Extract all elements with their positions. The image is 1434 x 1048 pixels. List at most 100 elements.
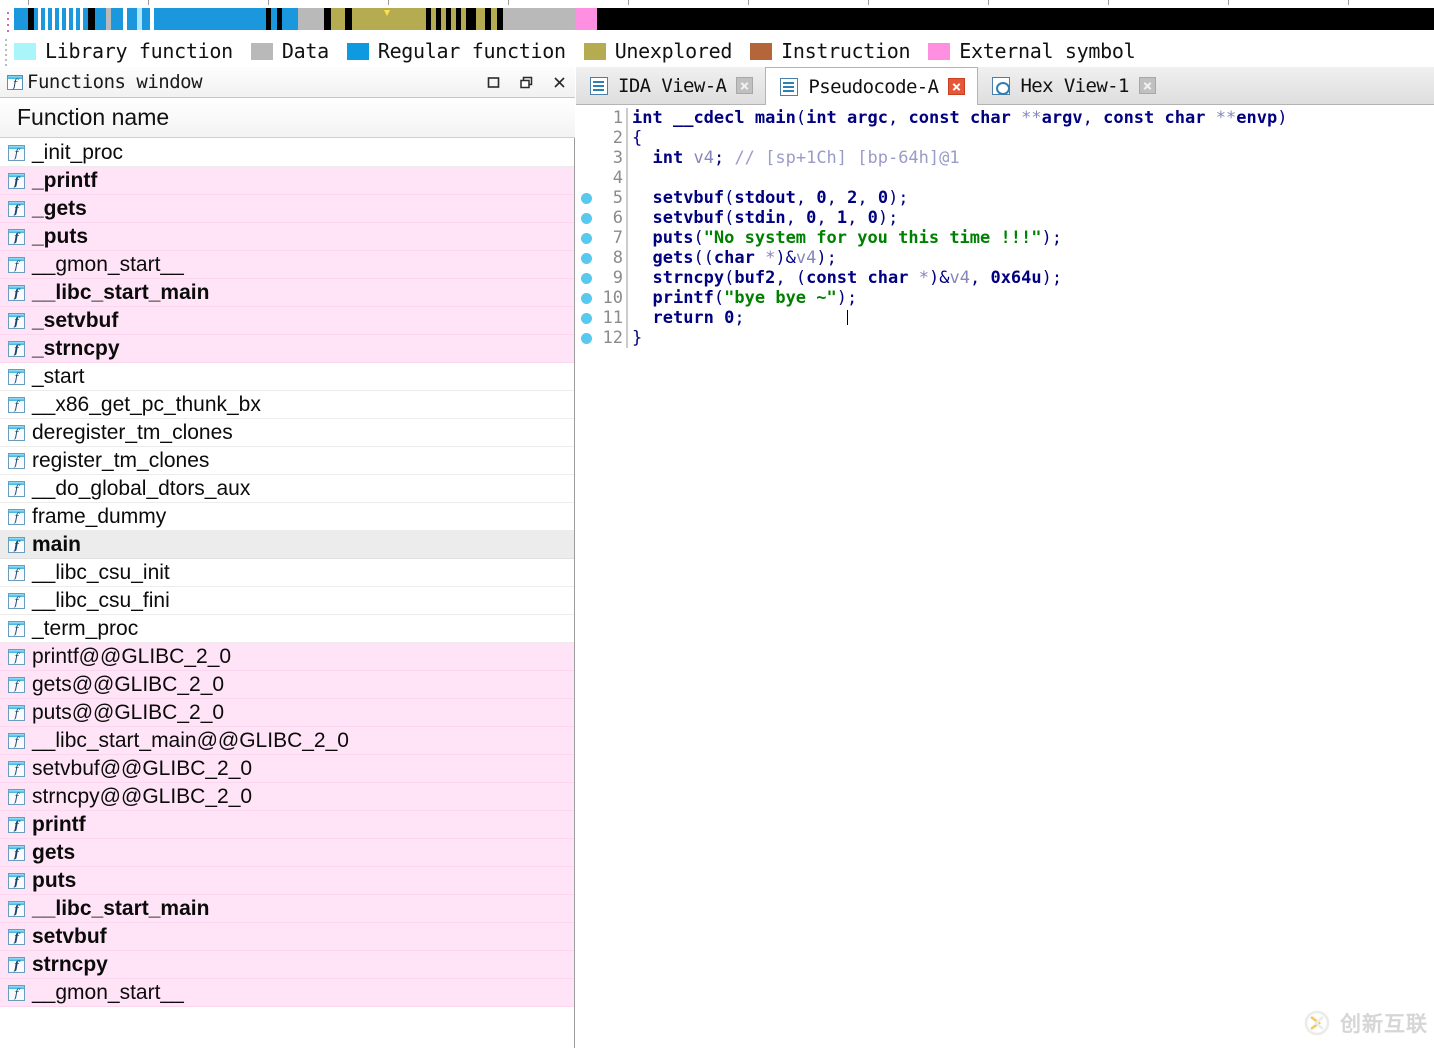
function-list-item[interactable]: fmain	[0, 531, 574, 559]
function-list-item[interactable]: fframe_dummy	[0, 503, 574, 531]
function-list-item[interactable]: f_init_proc	[0, 139, 574, 167]
function-list-item[interactable]: f_gets	[0, 195, 574, 223]
function-list-item[interactable]: fsetvbuf@@GLIBC_2_0	[0, 755, 574, 783]
function-list-item[interactable]: fregister_tm_clones	[0, 447, 574, 475]
breakpoint-dot-icon[interactable]	[576, 248, 598, 268]
code-line[interactable]: 5 setvbuf(stdout, 0, 2, 0);	[576, 188, 1434, 208]
function-list-item[interactable]: f_term_proc	[0, 615, 574, 643]
function-list-item[interactable]: f_start	[0, 363, 574, 391]
function-list-item[interactable]: fgets@@GLIBC_2_0	[0, 671, 574, 699]
function-name-label: _setvbuf	[32, 309, 118, 333]
tab-close-icon[interactable]	[736, 77, 753, 94]
function-name-label: printf	[32, 813, 86, 837]
function-name-label: __libc_csu_init	[32, 561, 170, 585]
function-list-item[interactable]: fprintf@@GLIBC_2_0	[0, 643, 574, 671]
code-line[interactable]: 6 setvbuf(stdin, 0, 1, 0);	[576, 208, 1434, 228]
function-name-label: printf@@GLIBC_2_0	[32, 645, 231, 669]
maximize-icon[interactable]	[486, 75, 501, 90]
navigation-band[interactable]	[14, 8, 1434, 30]
breakpoint-dot-icon[interactable]	[576, 288, 598, 308]
code-line[interactable]: 9 strncpy(buf2, (const char *)&v4, 0x64u…	[576, 268, 1434, 288]
code-text: puts("No system for you this time !!!");	[632, 228, 1062, 248]
function-list-item[interactable]: f_puts	[0, 223, 574, 251]
breakpoint-dot-icon[interactable]	[576, 228, 598, 248]
tab-hex-view-1[interactable]: Hex View-1	[978, 67, 1167, 104]
function-icon: f	[8, 593, 25, 609]
navband-grip	[6, 8, 12, 30]
tab-close-icon[interactable]	[948, 78, 965, 95]
function-name-label: strncpy	[32, 953, 108, 977]
function-list-item[interactable]: f__libc_start_main	[0, 279, 574, 307]
function-list-item[interactable]: f__do_global_dtors_aux	[0, 475, 574, 503]
code-line[interactable]: 4	[576, 168, 1434, 188]
navband-segment	[142, 8, 150, 30]
gutter-cell[interactable]	[576, 148, 598, 168]
functions-list[interactable]: f_init_procf_printff_getsf_putsf__gmon_s…	[0, 139, 574, 1048]
function-list-item[interactable]: fprintf	[0, 811, 574, 839]
function-list-item[interactable]: f__libc_start_main	[0, 895, 574, 923]
function-icon: f	[8, 845, 25, 861]
code-line[interactable]: 12}	[576, 328, 1434, 348]
function-list-item[interactable]: fgets	[0, 839, 574, 867]
code-line[interactable]: 1int __cdecl main(int argc, const char *…	[576, 108, 1434, 128]
document-icon	[590, 77, 608, 95]
legend-swatch-icon	[347, 43, 369, 60]
navband-segment	[331, 8, 345, 30]
function-list-item[interactable]: f_strncpy	[0, 335, 574, 363]
function-list-item[interactable]: fstrncpy@@GLIBC_2_0	[0, 783, 574, 811]
tab-close-icon[interactable]	[1139, 77, 1156, 94]
gutter-divider	[626, 188, 628, 208]
function-list-item[interactable]: f_printf	[0, 167, 574, 195]
breakpoint-dot-icon[interactable]	[576, 308, 598, 328]
function-name-label: _term_proc	[32, 617, 138, 641]
function-list-item[interactable]: fstrncpy	[0, 951, 574, 979]
pseudocode-view[interactable]: 1int __cdecl main(int argc, const char *…	[576, 105, 1434, 1048]
function-icon: f	[8, 229, 25, 245]
function-list-item[interactable]: f__gmon_start__	[0, 979, 574, 1007]
restore-icon[interactable]	[519, 75, 534, 90]
function-icon: f	[8, 509, 25, 525]
breakpoint-dot-icon[interactable]	[576, 328, 598, 348]
tab-pseudocode-a[interactable]: Pseudocode-A	[765, 67, 978, 105]
line-number: 6	[598, 208, 626, 228]
function-icon: f	[8, 481, 25, 497]
function-list-item[interactable]: f__x86_get_pc_thunk_bx	[0, 391, 574, 419]
breakpoint-dot-icon[interactable]	[576, 188, 598, 208]
functions-window: f Functions window	[0, 67, 575, 1048]
function-name-label: puts	[32, 869, 76, 893]
gutter-divider	[626, 248, 628, 268]
function-icon: f	[8, 453, 25, 469]
breakpoint-dot-icon[interactable]	[576, 208, 598, 228]
function-list-item[interactable]: fputs	[0, 867, 574, 895]
tab-ida-view-a[interactable]: IDA View-A	[576, 67, 765, 104]
gutter-cell[interactable]	[576, 168, 598, 188]
function-list-item[interactable]: fputs@@GLIBC_2_0	[0, 699, 574, 727]
function-name-label: strncpy@@GLIBC_2_0	[32, 785, 252, 809]
code-line[interactable]: 7 puts("No system for you this time !!!"…	[576, 228, 1434, 248]
gutter-cell[interactable]	[576, 108, 598, 128]
ida-pro-window: Library functionDataRegular functionUnex…	[0, 0, 1434, 1048]
legend-item: Library function	[14, 39, 233, 63]
function-list-item[interactable]: f__gmon_start__	[0, 251, 574, 279]
function-name-label: __libc_start_main	[32, 897, 209, 921]
navband-segment	[466, 8, 476, 30]
code-line[interactable]: 10 printf("bye bye ~");	[576, 288, 1434, 308]
breakpoint-dot-icon[interactable]	[576, 268, 598, 288]
function-icon: f	[8, 677, 25, 693]
code-line[interactable]: 11 return 0;	[576, 308, 1434, 328]
close-icon[interactable]	[552, 75, 567, 90]
function-list-item[interactable]: f__libc_csu_init	[0, 559, 574, 587]
function-list-item[interactable]: fderegister_tm_clones	[0, 419, 574, 447]
function-name-label: puts@@GLIBC_2_0	[32, 701, 224, 725]
function-icon: f	[8, 425, 25, 441]
code-line[interactable]: 2{	[576, 128, 1434, 148]
function-list-item[interactable]: f__libc_start_main@@GLIBC_2_0	[0, 727, 574, 755]
function-name-column-header[interactable]: Function name	[0, 98, 575, 138]
code-line[interactable]: 8 gets((char *)&v4);	[576, 248, 1434, 268]
function-list-item[interactable]: fsetvbuf	[0, 923, 574, 951]
code-line[interactable]: 3 int v4; // [sp+1Ch] [bp-64h]@1	[576, 148, 1434, 168]
gutter-cell[interactable]	[576, 128, 598, 148]
function-list-item[interactable]: f__libc_csu_fini	[0, 587, 574, 615]
legend-label: Instruction	[781, 39, 910, 63]
function-list-item[interactable]: f_setvbuf	[0, 307, 574, 335]
